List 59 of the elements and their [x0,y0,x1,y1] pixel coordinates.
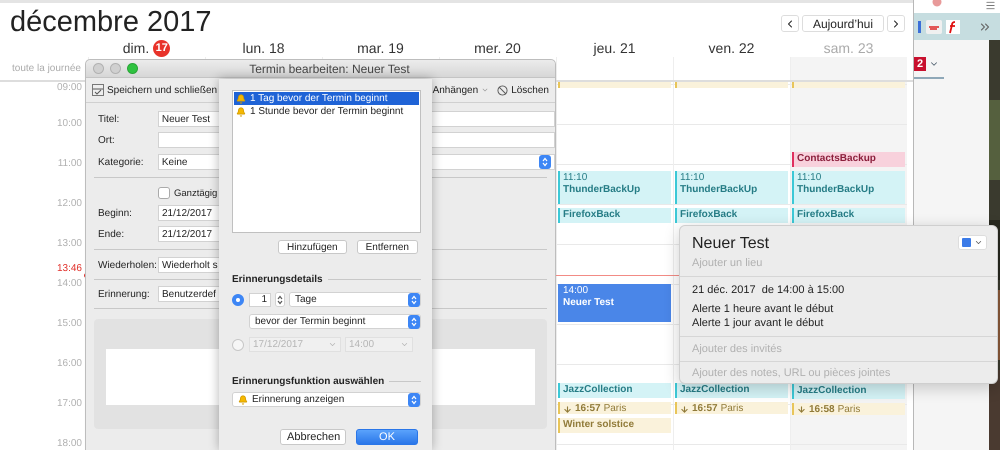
count-badge: 2 [914,57,926,71]
day-header: lun. 18 [242,40,285,56]
place-name: Paris [604,403,626,414]
event-time: 11:10 [797,172,822,184]
alert-text: Alerte 1 jour avant le début [691,316,824,330]
day-header: mar. 19 [357,40,404,56]
event-title: ThunderBackUp [563,184,642,196]
hour-label: 18:00 [56,438,82,449]
event-title: JazzCollection [680,384,750,395]
section-heading: Erinnerungsdetails [232,274,323,285]
hour-label: 12:00 [56,198,82,209]
place-name: Paris [838,404,860,415]
event-title: ThunderBackUp [680,184,758,196]
hour-label: 17:00 [56,398,82,409]
field-label: Kategorie: [98,156,145,168]
alert-text: Alerte 1 heure avant le début [691,302,834,316]
place-name: Paris [720,403,744,414]
hour-label: 09:00 [56,82,82,93]
day-header: jeu. 21 [593,40,636,56]
day-header: mer. 20 [474,40,521,56]
event-title: Neuer Test [563,297,615,309]
current-time-label: 13:46 [56,262,82,274]
checkbox-label: Ganztägig [174,188,218,198]
event-title: Winter solstice [563,419,634,430]
hour-label: 13:00 [56,238,82,249]
field-label: Ort: [98,134,116,146]
field-label: Titel: [98,114,120,124]
sunset-time: 16:58 [809,404,835,415]
event-title: Neuer Test [692,235,770,253]
event-title: JazzCollection [563,384,632,395]
field-label: Wiederholen: [98,260,158,270]
sunset-time: 16:57 [692,403,718,414]
event-title: JazzCollection [797,384,866,396]
hour-label: 14:00 [56,278,82,289]
event-title: ContactsBackup [797,152,876,164]
event-title: ThunderBackUp [797,184,876,196]
hour-label: 10:00 [56,118,82,129]
field-label: Beginn: [98,208,133,218]
event-time: 11:10 [563,172,588,184]
day-header: ven. 22 [708,40,754,56]
window-title: Termin bearbeiten: Neuer Test [249,62,411,76]
hour-label: 15:00 [56,318,82,329]
sunset-time: 16:57 [575,403,601,414]
event-time: 14:00 [563,285,590,297]
event-title: FirefoxBack [563,208,620,220]
event-title: FirefoxBack [797,208,854,220]
field-label: Erinnerung: [98,288,151,300]
field-label: Ende: [98,228,126,240]
hour-label: 16:00 [56,358,82,369]
day-header: sam. 23 [824,40,874,56]
section-heading: Erinnerungsfunktion auswählen [232,376,384,387]
hour-label: 11:00 [58,158,82,169]
event-date-time: 21 déc. 2017 de 14:00 à 15:00 [691,283,846,297]
event-title: FirefoxBack [680,208,738,220]
today-badge: 17 [153,40,170,56]
all-day-label: toute la journée [11,63,82,74]
day-header: dim. [122,40,150,56]
month-title: décembre 2017 [10,6,212,39]
event-time: 11:10 [680,172,706,184]
